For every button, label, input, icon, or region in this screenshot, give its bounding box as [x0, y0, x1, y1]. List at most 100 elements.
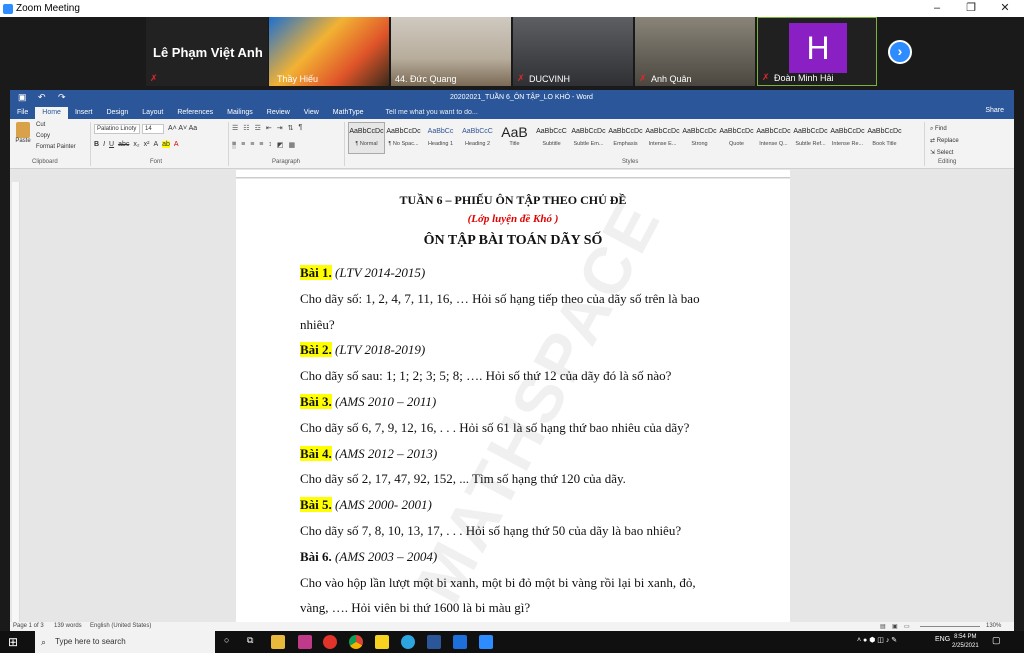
select-button[interactable]: ⇲ Select	[930, 147, 959, 159]
horizontal-ruler[interactable]	[236, 170, 790, 178]
superscript-button[interactable]: x²	[144, 141, 150, 148]
style-item[interactable]: AaBbCcDc Subtle Em...	[570, 122, 607, 154]
next-page-button[interactable]: ›	[888, 40, 912, 64]
style-item[interactable]: AaBbCcDc Emphasis	[607, 122, 644, 154]
app-icon[interactable]	[453, 635, 467, 649]
highlight-button[interactable]: ab	[162, 141, 170, 148]
paste-button[interactable]: Paste	[14, 122, 32, 144]
participant-tile[interactable]: H ✗ Đoàn Minh Hải	[757, 17, 877, 86]
tab-file[interactable]: File	[10, 107, 35, 119]
sticky-notes-icon[interactable]	[375, 635, 389, 649]
task-view-icon[interactable]: ⧉	[247, 635, 253, 646]
windows-start-icon[interactable]: ⊞	[8, 635, 18, 649]
print-layout-icon[interactable]: ▣	[892, 623, 898, 630]
participant-tile[interactable]: ✗ DUCVINH	[513, 17, 633, 86]
text-effects-button[interactable]: A	[153, 141, 158, 148]
cortana-icon[interactable]: ○	[224, 635, 229, 645]
cut-button[interactable]: Cut	[36, 122, 45, 128]
bullets-icon[interactable]: ☰	[232, 124, 238, 132]
tab-view[interactable]: View	[297, 107, 326, 119]
find-button[interactable]: ⌕ Find	[930, 123, 959, 135]
font-name-select[interactable]: Palatino Linoty	[94, 124, 140, 134]
tab-review[interactable]: Review	[260, 107, 297, 119]
language-status[interactable]: English (United States)	[90, 623, 151, 629]
participant-tile[interactable]: ✗ Anh Quân	[635, 17, 755, 86]
align-left-icon[interactable]: ≡	[232, 141, 237, 149]
zoom-slider[interactable]	[920, 626, 980, 627]
chrome-icon[interactable]	[349, 635, 363, 649]
decrease-indent-icon[interactable]: ⇤	[266, 124, 272, 132]
word-count[interactable]: 139 words	[54, 623, 82, 629]
style-item[interactable]: AaBbCcDc Quote	[718, 122, 755, 154]
opera-icon[interactable]	[323, 635, 337, 649]
tab-layout[interactable]: Layout	[135, 107, 170, 119]
align-center-icon[interactable]: ≡	[241, 141, 245, 149]
save-icon[interactable]: ▣	[18, 92, 27, 103]
style-item[interactable]: AaBbCcC Subtitle	[533, 122, 570, 154]
word-icon[interactable]	[427, 635, 441, 649]
participant-tile[interactable]: Thầy Hiếu	[269, 17, 389, 86]
tray-icons[interactable]: ˄ ● ⬢ ◫ ♪ ✎	[857, 636, 897, 644]
redo-icon[interactable]: ↷	[58, 92, 66, 103]
style-item[interactable]: AaBbCcDc Intense Re...	[829, 122, 866, 154]
italic-button[interactable]: I	[103, 141, 105, 148]
style-item[interactable]: AaBbCcDc Book Title	[866, 122, 903, 154]
multilevel-list-icon[interactable]: ☲	[255, 124, 261, 132]
shading-icon[interactable]: ◩	[277, 141, 284, 149]
taskbar-search[interactable]: ⌕ Type here to search	[35, 631, 215, 653]
format-painter-button[interactable]: Format Painter	[36, 144, 76, 150]
input-language[interactable]: ENG	[935, 636, 950, 643]
subscript-button[interactable]: x₂	[133, 141, 139, 148]
show-marks-icon[interactable]: ¶	[298, 124, 302, 132]
style-item[interactable]: AaBbCcDc ¶ No Spac...	[385, 122, 422, 154]
read-mode-icon[interactable]: ▤	[880, 623, 886, 630]
replace-button[interactable]: ⇄ Replace	[930, 135, 959, 147]
tab-home[interactable]: Home	[35, 107, 68, 119]
tab-references[interactable]: References	[170, 107, 220, 119]
zoom-icon[interactable]	[479, 635, 493, 649]
borders-icon[interactable]: ▦	[289, 141, 296, 149]
share-button[interactable]: Share	[985, 107, 1004, 114]
telegram-icon[interactable]	[401, 635, 415, 649]
underline-button[interactable]: U	[109, 141, 114, 148]
style-item[interactable]: AaBbCcDc ¶ Normal	[348, 122, 385, 154]
sort-icon[interactable]: ⇅	[288, 124, 294, 132]
zoom-level[interactable]: 130%	[986, 623, 1001, 629]
font-color-button[interactable]: A	[174, 141, 179, 148]
participant-tile[interactable]: 44. Đức Quang	[391, 17, 511, 86]
tell-me-search[interactable]: Tell me what you want to do...	[379, 107, 485, 119]
app-icon[interactable]	[298, 635, 312, 649]
style-item[interactable]: AaB Title	[496, 122, 533, 154]
font-size-select[interactable]: 14	[142, 124, 164, 134]
style-item[interactable]: AaBbCcDc Intense Q...	[755, 122, 792, 154]
justify-icon[interactable]: ≡	[259, 141, 263, 149]
style-item[interactable]: AaBbCcDc Subtle Ref...	[792, 122, 829, 154]
strikethrough-button[interactable]: abc	[118, 141, 129, 148]
align-right-icon[interactable]: ≡	[250, 141, 254, 149]
web-layout-icon[interactable]: ▭	[904, 623, 910, 630]
maximize-button[interactable]: ❐	[954, 0, 988, 17]
document-area[interactable]: MATHSPACE TUẦN 6 – PHIẾU ÔN TẬP THEO CHỦ…	[10, 179, 1014, 622]
undo-icon[interactable]: ↶	[38, 92, 46, 103]
page-count[interactable]: Page 1 of 3	[13, 623, 44, 629]
close-button[interactable]: ✕	[988, 0, 1022, 17]
numbering-icon[interactable]: ☷	[243, 124, 249, 132]
line-spacing-icon[interactable]: ↕	[268, 141, 272, 149]
file-explorer-icon[interactable]	[271, 635, 285, 649]
copy-button[interactable]: Copy	[36, 133, 50, 139]
notifications-icon[interactable]: ▢	[992, 635, 1001, 646]
document-page[interactable]: MATHSPACE TUẦN 6 – PHIẾU ÔN TẬP THEO CHỦ…	[236, 179, 790, 622]
font-grow-shrink-buttons[interactable]: A˄ A˅ Aa	[168, 125, 197, 132]
vertical-ruler[interactable]	[12, 182, 20, 622]
style-item[interactable]: AaBbCcDc Strong	[681, 122, 718, 154]
tab-mailings[interactable]: Mailings	[220, 107, 260, 119]
increase-indent-icon[interactable]: ⇥	[277, 124, 283, 132]
style-item[interactable]: AaBbCcDc Intense E...	[644, 122, 681, 154]
tab-design[interactable]: Design	[99, 107, 135, 119]
system-clock[interactable]: 8:54 PM 2/25/2021	[952, 633, 979, 651]
style-item[interactable]: AaBbCcC Heading 2	[459, 122, 496, 154]
minimize-button[interactable]: –	[920, 0, 954, 17]
tab-mathtype[interactable]: MathType	[326, 107, 371, 119]
style-item[interactable]: AaBbCc Heading 1	[422, 122, 459, 154]
bold-button[interactable]: B	[94, 141, 99, 148]
